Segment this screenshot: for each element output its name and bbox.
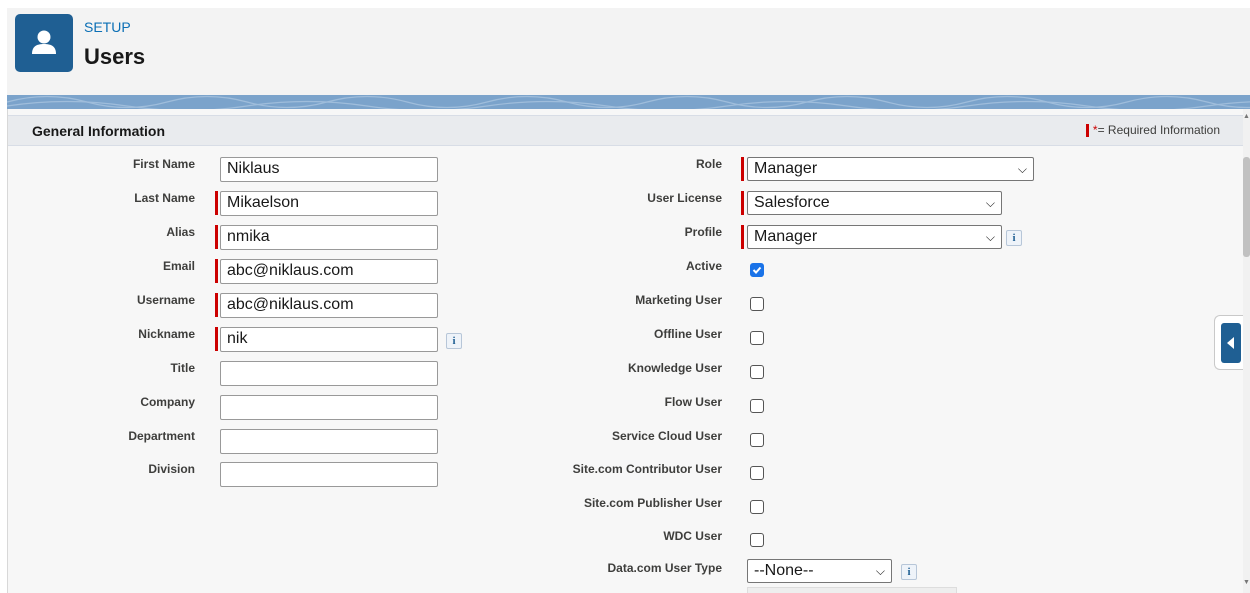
data-com-user-type-select[interactable]: --None-- ⌵ [747, 559, 892, 583]
label-title: Title [170, 361, 195, 375]
chevron-down-icon: ⌵ [985, 195, 995, 210]
label-alias: Alias [166, 225, 195, 239]
active-checkbox[interactable] [750, 263, 764, 277]
label-active: Active [685, 259, 722, 273]
label-marketing-user: Marketing User [635, 293, 722, 307]
label-department: Department [128, 429, 195, 443]
label-email: Email [162, 259, 195, 273]
required-marker [1085, 123, 1089, 137]
chevron-down-icon: ⌵ [1017, 161, 1027, 176]
page-scrollbar[interactable]: ▲ ▼ [1243, 109, 1250, 593]
required-legend: * = Required Information [1085, 123, 1220, 137]
scroll-down-icon[interactable]: ▼ [1243, 579, 1250, 586]
page-title: Users [84, 44, 146, 69]
label-last-name: Last Name [134, 191, 195, 205]
breadcrumb-setup[interactable]: SETUP [84, 19, 131, 35]
label-site-contributor-user: Site.com Contributor User [572, 462, 722, 476]
checkmark-icon [752, 266, 762, 274]
offline-user-checkbox[interactable] [750, 331, 764, 345]
role-select-value: Manager [754, 160, 818, 177]
marketing-user-checkbox[interactable] [750, 297, 764, 311]
chevron-down-icon: ⌵ [875, 563, 885, 578]
data-com-info-icon[interactable]: i [901, 564, 917, 580]
label-service-cloud-user: Service Cloud User [611, 429, 722, 443]
user-license-select[interactable]: Salesforce ⌵ [747, 191, 1002, 215]
required-indicator [215, 327, 218, 351]
required-indicator [215, 259, 218, 283]
side-panel-toggle-button[interactable] [1221, 323, 1241, 363]
user-license-select-value: Salesforce [754, 194, 830, 211]
page-header: SETUP Users [7, 8, 1250, 95]
data-com-user-type-value: --None-- [754, 562, 814, 579]
profile-select-value: Manager [754, 228, 818, 245]
partial-next-field [747, 587, 957, 593]
section-title: General Information [32, 123, 166, 139]
knowledge-user-checkbox[interactable] [750, 365, 764, 379]
scroll-up-icon[interactable]: ▲ [1243, 113, 1250, 120]
profile-info-icon[interactable]: i [1006, 230, 1022, 246]
label-company: Company [140, 395, 195, 409]
scrollbar-thumb[interactable] [1243, 157, 1250, 257]
profile-select[interactable]: Manager ⌵ [747, 225, 1002, 249]
label-first-name: First Name [132, 157, 195, 171]
label-division: Division [148, 462, 195, 476]
role-select[interactable]: Manager ⌵ [747, 157, 1034, 181]
label-wdc-user: WDC User [663, 529, 722, 543]
label-user-license: User License [647, 191, 722, 205]
required-indicator [215, 293, 218, 317]
required-indicator [741, 225, 744, 249]
site-publisher-user-checkbox[interactable] [750, 500, 764, 514]
label-username: Username [136, 293, 195, 307]
required-indicator [741, 191, 744, 215]
label-profile: Profile [684, 225, 722, 239]
label-offline-user: Offline User [653, 327, 722, 341]
label-nickname: Nickname [138, 327, 195, 341]
decorative-banner [7, 95, 1250, 109]
flow-user-checkbox[interactable] [750, 399, 764, 413]
site-contributor-user-checkbox[interactable] [750, 466, 764, 480]
wdc-user-checkbox[interactable] [750, 533, 764, 547]
label-data-com-user-type: Data.com User Type [607, 561, 723, 575]
user-edit-form: General Information * = Required Informa… [7, 109, 1243, 593]
user-icon [32, 30, 56, 54]
caret-left-icon [1227, 337, 1234, 349]
users-app-icon [15, 14, 73, 72]
required-indicator [741, 157, 744, 181]
label-flow-user: Flow User [664, 395, 722, 409]
label-role: Role [695, 157, 722, 171]
chevron-down-icon: ⌵ [985, 229, 995, 244]
service-cloud-user-checkbox[interactable] [750, 433, 764, 447]
required-legend-text: = Required Information [1097, 123, 1220, 137]
label-site-publisher-user: Site.com Publisher User [583, 496, 722, 510]
label-knowledge-user: Knowledge User [627, 361, 722, 375]
side-panel-toggle[interactable] [1214, 315, 1243, 370]
section-header-general-information: General Information * = Required Informa… [8, 115, 1243, 146]
required-indicator [215, 225, 218, 249]
required-indicator [215, 191, 218, 215]
